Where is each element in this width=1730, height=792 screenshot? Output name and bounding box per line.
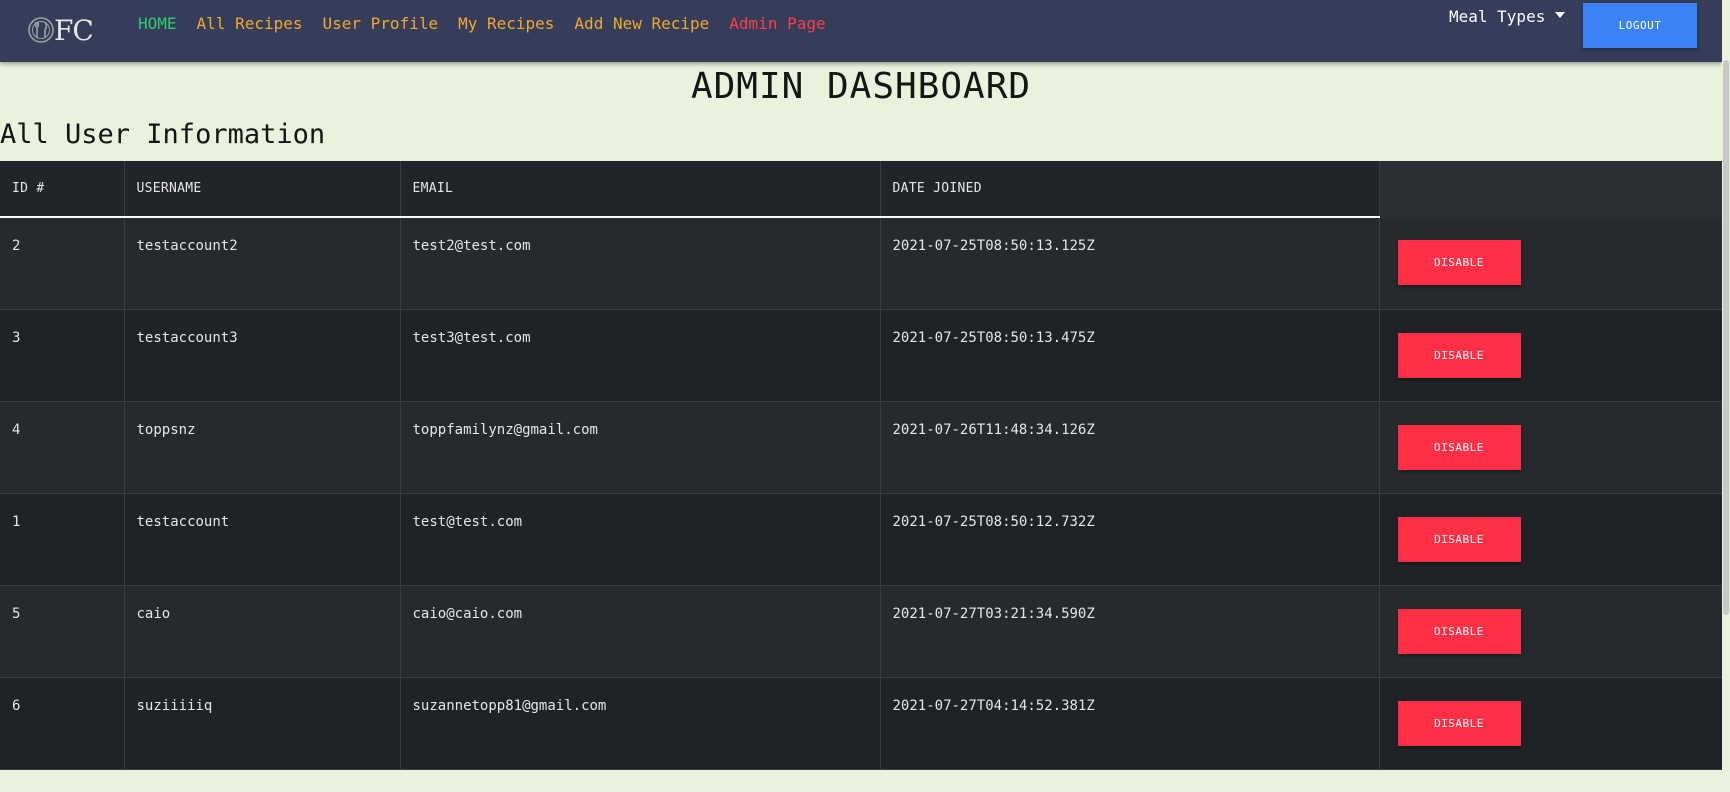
meal-types-label: Meal Types — [1449, 7, 1546, 26]
disable-button[interactable]: DISABLE — [1397, 516, 1521, 562]
cell-date-joined: 2021-07-26T11:48:34.126Z — [880, 401, 1380, 494]
nav-link-all-recipes[interactable]: All Recipes — [197, 14, 303, 33]
table-row: 1 testaccount test@test.com 2021-07-25T0… — [0, 493, 1722, 586]
meal-types-dropdown[interactable]: Meal Types — [1449, 7, 1566, 26]
cell-username: testaccount — [124, 493, 401, 586]
column-header-username: USERNAME — [124, 161, 401, 218]
disable-button[interactable]: DISABLE — [1397, 240, 1521, 285]
cell-email: test3@test.com — [400, 309, 881, 402]
table-row: 2 testaccount2 test2@test.com 2021-07-25… — [0, 217, 1722, 310]
cell-id: 4 — [0, 401, 125, 494]
table-header-row: ID # USERNAME EMAIL DATE JOINED — [0, 161, 1722, 218]
logout-button[interactable]: LOGOUT — [1583, 3, 1697, 48]
column-header-id: ID # — [0, 161, 125, 218]
page-title: ADMIN DASHBOARD — [690, 66, 1032, 107]
cell-date-joined: 2021-07-25T08:50:13.125Z — [880, 217, 1380, 310]
cell-action: DISABLE — [1379, 309, 1722, 402]
column-header-date-joined: DATE JOINED — [880, 161, 1380, 218]
logo[interactable]: FC — [28, 10, 94, 50]
table-row: 4 toppsnz toppfamilynz@gmail.com 2021-07… — [0, 401, 1722, 494]
nav-links: HOME All Recipes User Profile My Recipes… — [138, 14, 846, 33]
users-table: ID # USERNAME EMAIL DATE JOINED 2 testac… — [0, 161, 1722, 770]
nav-link-my-recipes[interactable]: My Recipes — [458, 14, 554, 33]
nav-link-home[interactable]: HOME — [138, 14, 177, 33]
page-scrollbar[interactable] — [1722, 0, 1730, 792]
cell-date-joined: 2021-07-27T03:21:34.590Z — [880, 585, 1380, 678]
cell-username: suziiiiiq — [124, 677, 401, 770]
cell-action: DISABLE — [1379, 585, 1722, 678]
disable-button[interactable]: DISABLE — [1397, 608, 1521, 654]
cell-action: DISABLE — [1379, 401, 1722, 494]
cell-email: test@test.com — [400, 493, 881, 586]
column-header-email: EMAIL — [400, 161, 881, 218]
cell-username: testaccount2 — [124, 217, 401, 310]
cell-date-joined: 2021-07-25T08:50:13.475Z — [880, 309, 1380, 402]
nav-link-user-profile[interactable]: User Profile — [323, 14, 439, 33]
logo-text: FC — [54, 13, 94, 47]
cell-email: caio@caio.com — [400, 585, 881, 678]
cell-id: 2 — [0, 217, 125, 310]
cell-id: 5 — [0, 585, 125, 678]
table-row: 6 suziiiiiq suzannetopp81@gmail.com 2021… — [0, 677, 1722, 770]
cell-date-joined: 2021-07-25T08:50:12.732Z — [880, 493, 1380, 586]
cell-action: DISABLE — [1379, 217, 1722, 310]
cell-username: toppsnz — [124, 401, 401, 494]
cell-id: 3 — [0, 309, 125, 402]
cell-email: test2@test.com — [400, 217, 881, 310]
disable-button[interactable]: DISABLE — [1397, 700, 1521, 746]
table-row: 5 caio caio@caio.com 2021-07-27T03:21:34… — [0, 585, 1722, 678]
cell-username: caio — [124, 585, 401, 678]
cell-action: DISABLE — [1379, 677, 1722, 770]
scrollbar-thumb[interactable] — [1723, 60, 1729, 615]
table-row: 3 testaccount3 test3@test.com 2021-07-25… — [0, 309, 1722, 402]
fork-knife-plate-icon — [28, 17, 54, 43]
cell-email: toppfamilynz@gmail.com — [400, 401, 881, 494]
cell-date-joined: 2021-07-27T04:14:52.381Z — [880, 677, 1380, 770]
cell-id: 1 — [0, 493, 125, 586]
disable-button[interactable]: DISABLE — [1397, 332, 1521, 378]
cell-id: 6 — [0, 677, 125, 770]
section-title: All User Information — [0, 119, 326, 150]
column-header-action — [1379, 161, 1722, 217]
cell-email: suzannetopp81@gmail.com — [400, 677, 881, 770]
chevron-down-icon — [1555, 11, 1566, 18]
nav-link-add-new-recipe[interactable]: Add New Recipe — [574, 14, 709, 33]
disable-button[interactable]: DISABLE — [1397, 424, 1521, 470]
top-navbar: FC HOME All Recipes User Profile My Reci… — [0, 0, 1722, 62]
nav-link-admin-page[interactable]: Admin Page — [729, 14, 825, 33]
cell-action: DISABLE — [1379, 493, 1722, 586]
cell-username: testaccount3 — [124, 309, 401, 402]
